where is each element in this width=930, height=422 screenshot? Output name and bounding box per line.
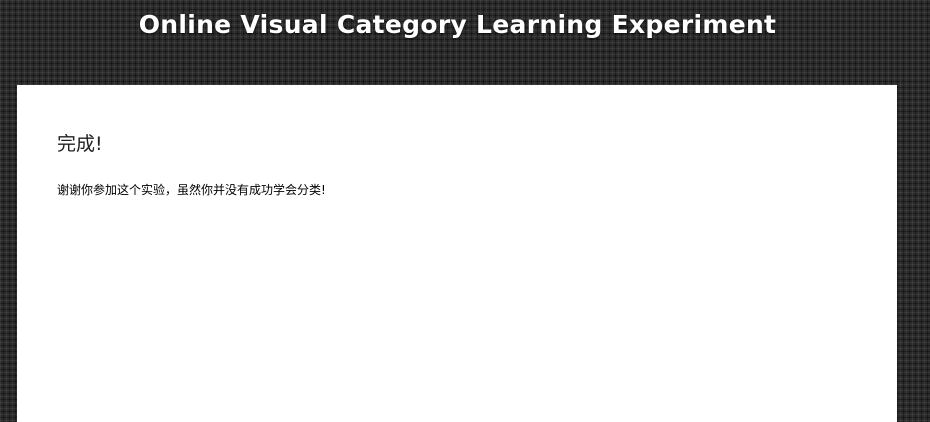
completion-heading: 完成! — [57, 133, 103, 155]
page-header: Online Visual Category Learning Experime… — [0, 0, 930, 85]
page-title: Online Visual Category Learning Experime… — [138, 10, 777, 39]
content-panel: 完成! 谢谢你参加这个实验，虽然你并没有成功学会分类! — [17, 85, 897, 422]
thank-you-message: 谢谢你参加这个实验，虽然你并没有成功学会分类! — [57, 183, 326, 197]
